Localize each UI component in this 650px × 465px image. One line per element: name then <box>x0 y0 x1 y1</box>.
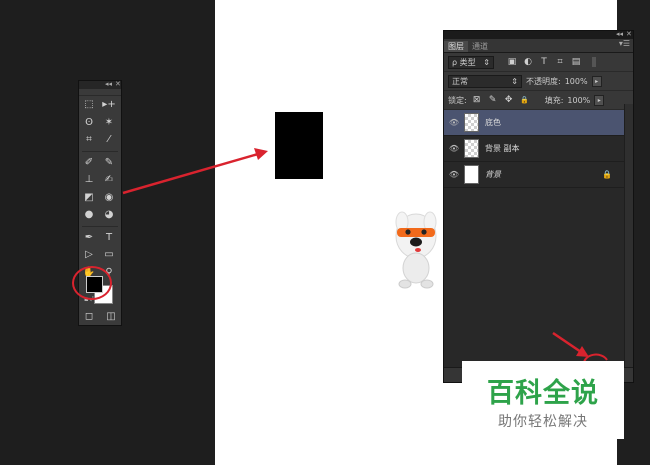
layer-row[interactable]: 👁 背景 副本 <box>444 136 624 162</box>
history-brush-tool-icon[interactable]: ✍ <box>99 172 119 188</box>
layer-name[interactable]: 背景 <box>485 169 501 180</box>
paint-bucket-tool-icon[interactable]: ◉ <box>99 189 119 205</box>
move-tool-icon[interactable]: ▸+ <box>99 97 119 113</box>
blend-row: 正常 ⇕ 不透明度: 100% ▸ <box>444 72 633 91</box>
layers-panel-titlebar[interactable]: ◂◂ ✕ <box>444 30 633 39</box>
magic-wand-tool-icon[interactable]: ✶ <box>99 114 119 130</box>
filter-toggle[interactable] <box>592 57 596 67</box>
quick-mask-icon[interactable]: ◻ <box>79 308 99 324</box>
layer-row[interactable]: 👁 底色 <box>444 110 624 136</box>
visibility-eye-icon[interactable]: 👁 <box>444 170 464 179</box>
lock-image-icon[interactable]: ✎ <box>487 95 499 105</box>
lock-row: 锁定: ⊠ ✎ ✥ 🔒 填充: 100% ▸ <box>444 91 633 110</box>
opacity-label: 不透明度: <box>526 76 561 86</box>
lock-label: 锁定: <box>448 95 467 105</box>
visibility-eye-icon[interactable]: 👁 <box>444 144 464 153</box>
annotation-circle <box>72 266 112 300</box>
layer-filter-row: ρ 类型 ⇕ ▣ ◐ T ⌗ ▤ <box>444 53 633 72</box>
tool-row: ⌗ ⁄ <box>79 131 121 149</box>
collapse-icon[interactable]: ◂◂ <box>616 30 623 38</box>
marquee-tool-icon[interactable]: ⬚ <box>79 97 99 113</box>
close-icon[interactable]: ✕ <box>115 80 121 88</box>
fill-stepper[interactable]: ▸ <box>594 94 605 106</box>
layer-name[interactable]: 底色 <box>485 117 501 128</box>
close-icon[interactable]: ✕ <box>626 30 632 38</box>
blend-mode-select[interactable]: 正常 ⇕ <box>448 74 522 88</box>
tool-row: ✒ T <box>79 229 121 247</box>
screen-mode-icon[interactable]: ◫ <box>101 308 121 324</box>
clone-stamp-tool-icon[interactable]: ⊥ <box>79 172 99 188</box>
eraser-tool-icon[interactable]: ◩ <box>79 189 99 205</box>
rectangle-tool-icon[interactable]: ▭ <box>99 247 119 263</box>
collapse-icon[interactable]: ◂◂ <box>105 80 112 88</box>
tool-separator <box>82 150 118 152</box>
tool-row: ⬚ ▸+ <box>79 96 121 114</box>
tool-row: ⊥ ✍ <box>79 171 121 189</box>
eyedropper-tool-icon[interactable]: ⁄ <box>99 132 119 148</box>
tool-row: ◩ ◉ <box>79 189 121 207</box>
shape-filter-icon[interactable]: ⌗ <box>554 57 566 67</box>
watermark-logo: 百科全说 助你轻松解决 <box>462 361 624 439</box>
type-filter-icon[interactable]: T <box>538 57 550 67</box>
layer-thumbnail[interactable] <box>464 113 479 132</box>
layer-thumbnail[interactable] <box>464 139 479 158</box>
crop-tool-icon[interactable]: ⌗ <box>79 132 99 148</box>
lock-transparent-icon[interactable]: ⊠ <box>471 95 483 105</box>
opacity-value[interactable]: 100% <box>565 77 588 86</box>
visibility-eye-icon[interactable]: 👁 <box>444 118 464 127</box>
tab-channels[interactable]: 通道 <box>468 41 492 52</box>
smart-object-filter-icon[interactable]: ▤ <box>570 57 582 67</box>
layer-thumbnail[interactable] <box>464 165 479 184</box>
tool-row: ● ◕ <box>79 206 121 224</box>
tool-separator <box>82 225 118 227</box>
adjustment-filter-icon[interactable]: ◐ <box>522 57 534 67</box>
pen-tool-icon[interactable]: ✒ <box>79 229 99 245</box>
panel-menu-icon[interactable]: ▾☰ <box>619 39 630 48</box>
opacity-stepper[interactable]: ▸ <box>591 75 602 87</box>
layers-panel-tabs: 图层 通道 ▾☰ <box>444 39 633 53</box>
layer-lock-icon: 🔒 <box>602 170 612 179</box>
blur-tool-icon[interactable]: ● <box>79 207 99 223</box>
blend-mode-value: 正常 <box>452 76 468 86</box>
layer-list: 👁 底色 👁 背景 副本 👁 背景 🔒 <box>444 110 624 188</box>
tab-layers[interactable]: 图层 <box>444 41 468 52</box>
tools-bottom-row: ◻ ◫ <box>78 308 122 324</box>
lasso-tool-icon[interactable]: ʘ <box>79 114 99 130</box>
black-rectangle-layer-content[interactable] <box>275 112 323 179</box>
filter-kind-select[interactable]: ρ 类型 ⇕ <box>448 55 494 69</box>
pixel-filter-icon[interactable]: ▣ <box>506 57 518 67</box>
tool-grid: ⬚ ▸+ ʘ ✶ ⌗ ⁄ ✐ ✎ ⊥ ✍ ◩ ◉ ● ◕ ✒ T ▷ ▭ ✋ ⚲ <box>79 96 121 281</box>
watermark-title: 百科全说 <box>487 378 599 409</box>
fill-label: 填充: <box>544 95 564 105</box>
tool-row: ▷ ▭ <box>79 246 121 264</box>
healing-brush-tool-icon[interactable]: ✐ <box>79 154 99 170</box>
dodge-tool-icon[interactable]: ◕ <box>99 207 119 223</box>
tool-row: ʘ ✶ <box>79 114 121 132</box>
select-arrow-icon: ⇕ <box>511 76 518 86</box>
layer-name[interactable]: 背景 副本 <box>485 143 520 154</box>
mascot-image <box>395 211 437 289</box>
filter-kind-value: ρ 类型 <box>452 57 476 67</box>
fill-value[interactable]: 100% <box>567 96 590 105</box>
tool-row: ✐ ✎ <box>79 154 121 172</box>
layers-panel: ◂◂ ✕ 图层 通道 ▾☰ ρ 类型 ⇕ ▣ ◐ T ⌗ ▤ 正常 ⇕ 不透明度… <box>443 30 634 383</box>
watermark-subtitle: 助你轻松解决 <box>498 414 588 430</box>
type-tool-icon[interactable]: T <box>99 229 119 245</box>
brush-tool-icon[interactable]: ✎ <box>99 154 119 170</box>
layer-row[interactable]: 👁 背景 🔒 <box>444 162 624 188</box>
select-arrow-icon: ⇕ <box>483 57 490 67</box>
tools-panel-titlebar[interactable]: ◂◂ ✕ <box>79 80 121 89</box>
path-selection-tool-icon[interactable]: ▷ <box>79 247 99 263</box>
tools-panel-grip[interactable] <box>79 89 121 96</box>
lock-position-icon[interactable]: ✥ <box>503 95 515 105</box>
layers-scrollbar[interactable] <box>624 104 633 368</box>
lock-all-icon[interactable]: 🔒 <box>519 96 531 104</box>
